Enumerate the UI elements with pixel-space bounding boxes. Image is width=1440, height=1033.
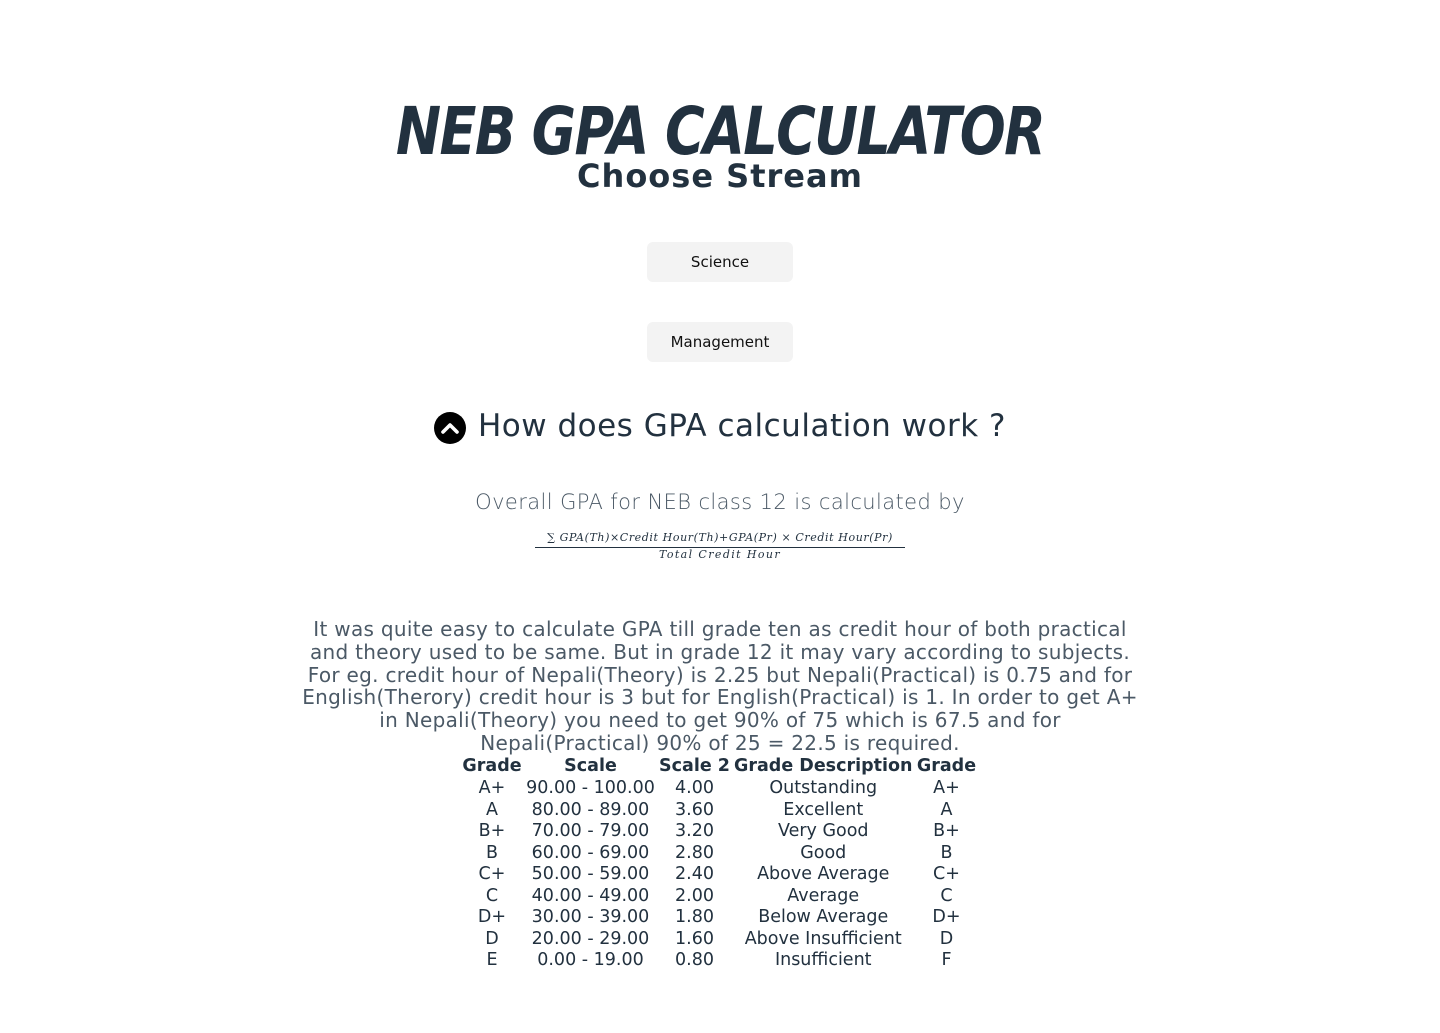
cell-grade: B [485, 842, 498, 863]
formula-denominator: Total Credit Hour [658, 548, 782, 561]
cell-grade: D+ [477, 907, 507, 927]
cell-grade: E [486, 950, 498, 970]
cell-description: Above Insufficient [744, 928, 902, 949]
grade-table-header-row: Grade Scale Scale 2 Grade Description Gr… [460, 755, 978, 778]
table-row: C+ 50.00 - 59.00 2.40 Above Average C+ [460, 864, 978, 886]
header-grade: Grade [462, 756, 522, 776]
gpa-explanation-paragraph: It was quite easy to calculate GPA till … [302, 617, 1138, 755]
table-row: D+ 30.00 - 39.00 1.80 Below Average D+ [460, 907, 978, 929]
cell-grade: C [485, 885, 499, 906]
cell-grade: A+ [478, 778, 506, 798]
header-grade-description: Grade Description [734, 756, 913, 776]
cell-scale-2: 1.80 [675, 907, 714, 927]
cell-scale-2: 2.40 [675, 864, 714, 884]
table-row: A+ 90.00 - 100.00 4.00 Outstanding A+ [460, 778, 978, 800]
cell-scale: 90.00 - 100.00 [526, 778, 655, 798]
cell-scale: 60.00 - 69.00 [531, 842, 650, 863]
cell-scale: 40.00 - 49.00 [531, 885, 650, 906]
table-row: A 80.00 - 89.00 3.60 Excellent A [460, 800, 978, 822]
cell-scale: 30.00 - 39.00 [531, 907, 650, 927]
table-row: B 60.00 - 69.00 2.80 Good B [460, 843, 978, 865]
cell-scale-2: 3.60 [675, 799, 714, 820]
cell-grade: B+ [478, 821, 506, 841]
grade-table: Grade Scale Scale 2 Grade Description Gr… [460, 755, 978, 972]
cell-description: Below Average [758, 907, 889, 927]
cell-description: Outstanding [769, 778, 878, 798]
cell-grade-letter: D+ [932, 907, 961, 927]
header-grade-letter: Grade [916, 756, 977, 776]
cell-scale-2: 0.80 [675, 950, 714, 970]
chevron-up-circle-icon[interactable] [433, 412, 466, 444]
table-row: C 40.00 - 49.00 2.00 Average C [460, 886, 978, 908]
header-scale-2: Scale 2 [659, 756, 730, 776]
cell-description: Above Average [757, 864, 890, 884]
cell-description: Insufficient [774, 950, 872, 970]
cell-scale: 80.00 - 89.00 [531, 799, 650, 820]
cell-scale: 0.00 - 19.00 [537, 950, 644, 970]
cell-scale: 50.00 - 59.00 [531, 864, 650, 884]
cell-grade-letter: C+ [933, 864, 960, 884]
header-scale: Scale [564, 756, 617, 776]
cell-scale-2: 2.00 [675, 885, 714, 906]
cell-grade: D [485, 928, 499, 949]
cell-grade-letter: D [939, 928, 954, 949]
management-button[interactable]: Management [647, 322, 793, 362]
choose-stream-heading: Choose Stream [577, 157, 863, 195]
cell-description: Good [800, 842, 847, 863]
cell-grade-letter: A [940, 799, 953, 820]
gpa-intro-text: Overall GPA for NEB class 12 is calculat… [475, 490, 965, 514]
cell-grade-letter: F [941, 950, 952, 970]
cell-description: Excellent [783, 799, 864, 820]
cell-grade: C+ [478, 864, 506, 884]
cell-scale-2: 2.80 [675, 842, 714, 863]
cell-scale: 70.00 - 79.00 [531, 821, 650, 841]
gpa-formula: ∑ GPA(Th)×Credit Hour(Th)+GPA(Pr) × Cred… [535, 530, 905, 562]
gpa-info-heading: How does GPA calculation work ? [0, 400, 1440, 452]
table-row: B+ 70.00 - 79.00 3.20 Very Good B+ [460, 821, 978, 843]
cell-grade-letter: C [940, 885, 953, 906]
page: NEB GPA CALCULATOR Choose Stream Science… [0, 0, 1440, 1033]
cell-description: Average [787, 885, 860, 906]
science-button[interactable]: Science [647, 242, 793, 282]
cell-grade-letter: B [940, 842, 953, 863]
formula-numerator: ∑ GPA(Th)×Credit Hour(Th)+GPA(Pr) × Cred… [535, 530, 905, 548]
cell-grade: A [486, 799, 498, 820]
cell-scale-2: 1.60 [675, 928, 714, 949]
table-row: D 20.00 - 29.00 1.60 Above Insufficient … [460, 929, 978, 951]
cell-scale: 20.00 - 29.00 [531, 928, 650, 949]
cell-description: Very Good [777, 821, 869, 841]
gpa-info-heading-text: How does GPA calculation work ? [477, 408, 1006, 444]
cell-grade-letter: B+ [933, 821, 960, 841]
cell-grade-letter: A+ [933, 778, 960, 798]
cell-scale-2: 3.20 [675, 821, 714, 841]
cell-scale-2: 4.00 [675, 778, 714, 798]
table-row: E 0.00 - 19.00 0.80 Insufficient F [460, 950, 978, 972]
